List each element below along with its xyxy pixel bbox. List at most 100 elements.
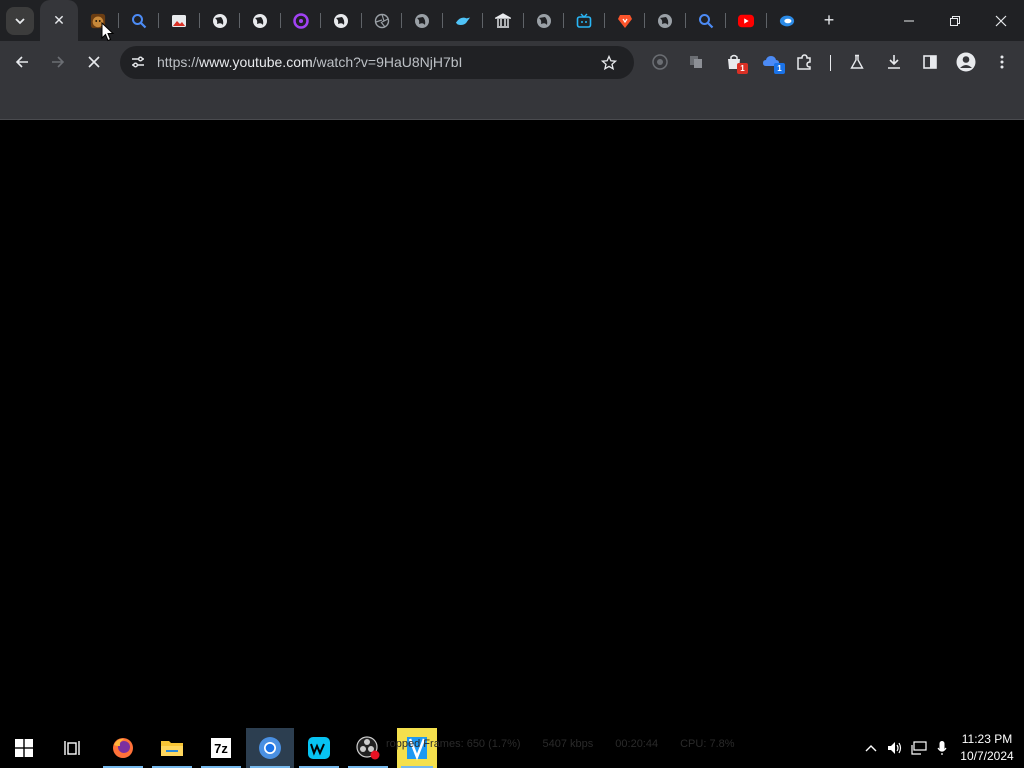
pinned-tab[interactable] bbox=[605, 0, 646, 41]
pinned-tab[interactable] bbox=[321, 0, 362, 41]
volume-button[interactable] bbox=[884, 728, 906, 768]
extension-circle-button[interactable] bbox=[646, 48, 674, 76]
pinned-tab[interactable] bbox=[281, 0, 322, 41]
new-tab-button[interactable]: + bbox=[815, 7, 843, 35]
speaker-icon bbox=[888, 742, 902, 754]
tab-search-button[interactable] bbox=[6, 6, 34, 35]
menu-button[interactable] bbox=[988, 48, 1016, 76]
brave-favicon-icon bbox=[617, 13, 633, 29]
pinned-tab[interactable] bbox=[159, 0, 200, 41]
ring-favicon-icon bbox=[293, 12, 309, 29]
pinned-tab[interactable] bbox=[240, 0, 281, 41]
stop-loading-button[interactable] bbox=[80, 48, 108, 76]
task-view-button[interactable] bbox=[48, 728, 96, 768]
minimize-button[interactable] bbox=[886, 0, 932, 41]
obs-duration: 00:20:44 bbox=[615, 738, 659, 750]
tab-strip: ✕ + bbox=[0, 0, 1024, 41]
aperture-favicon-icon bbox=[374, 13, 390, 29]
bookmark-star-button[interactable] bbox=[598, 52, 620, 74]
side-panel-button[interactable] bbox=[916, 48, 944, 76]
obs-dropped-frames: ropped Frames: 650 (1.7%) bbox=[386, 738, 521, 750]
downloads-button[interactable] bbox=[880, 48, 908, 76]
forward-button[interactable] bbox=[44, 48, 72, 76]
extension-copy-button[interactable] bbox=[682, 48, 710, 76]
obs-bitrate: 5407 kbps bbox=[542, 738, 594, 750]
start-button[interactable] bbox=[0, 728, 48, 768]
tab-active[interactable]: ✕ bbox=[40, 0, 78, 41]
pinned-tab[interactable] bbox=[645, 0, 686, 41]
url-host: www.youtube.com bbox=[199, 54, 313, 70]
pinned-tab[interactable] bbox=[119, 0, 160, 41]
pinned-tab[interactable] bbox=[402, 0, 443, 41]
pinned-tab[interactable] bbox=[443, 0, 484, 41]
address-bar[interactable]: https://www.youtube.com/watch?v=9HaU8NjH… bbox=[120, 46, 634, 79]
restore-button[interactable] bbox=[932, 0, 978, 41]
avatar-icon bbox=[956, 52, 976, 72]
pinned-tab[interactable] bbox=[362, 0, 403, 41]
taskbar: 7z ropped Frames: 650 (1.7%) 5407 kbps 0… bbox=[0, 728, 1024, 768]
browser-toolbar: https://www.youtube.com/watch?v=9HaU8NjH… bbox=[0, 41, 1024, 84]
site-settings-icon[interactable] bbox=[128, 52, 148, 72]
taskbar-firefox[interactable] bbox=[99, 728, 147, 768]
youtube-favicon-icon bbox=[738, 13, 755, 29]
arrow-right-icon bbox=[52, 56, 65, 68]
mouse-cursor-icon bbox=[101, 22, 115, 42]
task-view-icon bbox=[64, 741, 80, 755]
pinned-tab[interactable] bbox=[686, 0, 727, 41]
network-button[interactable] bbox=[908, 728, 930, 768]
page-content[interactable] bbox=[0, 121, 1024, 728]
obs-icon bbox=[356, 736, 380, 760]
pinned-tab[interactable] bbox=[483, 0, 524, 41]
flask-icon bbox=[850, 54, 864, 69]
toolbar-divider bbox=[830, 55, 831, 71]
record-icon bbox=[652, 54, 668, 70]
url-text[interactable]: https://www.youtube.com/watch?v=9HaU8NjH… bbox=[157, 54, 462, 71]
microphone-button[interactable] bbox=[932, 728, 952, 768]
search-favicon-icon bbox=[131, 13, 147, 29]
pinned-tab[interactable] bbox=[564, 0, 605, 41]
taskbar-obs[interactable] bbox=[344, 728, 392, 768]
extension-bag-button[interactable]: 1 bbox=[720, 48, 748, 76]
profile-button[interactable] bbox=[952, 48, 980, 76]
obs-cpu: CPU: 7.8% bbox=[680, 738, 735, 750]
kebab-menu-icon bbox=[1000, 55, 1004, 69]
back-button[interactable] bbox=[8, 48, 36, 76]
taskbar-chrome[interactable] bbox=[246, 728, 294, 768]
extension-badge: 1 bbox=[737, 63, 748, 74]
pinned-tab[interactable] bbox=[524, 0, 565, 41]
chevron-down-icon bbox=[15, 17, 25, 24]
browser-window: ✕ + https://www.youtube.com/watch?v=9HaU… bbox=[0, 0, 1024, 728]
close-window-button[interactable] bbox=[978, 0, 1024, 41]
labs-button[interactable] bbox=[843, 48, 871, 76]
pinned-tab[interactable] bbox=[726, 0, 767, 41]
firefox-icon bbox=[113, 738, 133, 758]
extension-puzzle-blue-button[interactable]: 1 bbox=[757, 48, 785, 76]
system-clock[interactable]: 11:23 PM 10/7/2024 bbox=[952, 731, 1022, 765]
extensions-button[interactable] bbox=[790, 48, 818, 76]
folder-icon bbox=[161, 741, 183, 756]
taskbar-7zip[interactable]: 7z bbox=[197, 728, 245, 768]
search-favicon-icon bbox=[698, 13, 714, 29]
pinned-tab[interactable] bbox=[767, 0, 808, 41]
edge-favicon-icon bbox=[779, 13, 795, 29]
pinned-tabs bbox=[78, 0, 807, 41]
globe-favicon-icon bbox=[333, 13, 349, 29]
microphone-icon bbox=[937, 741, 947, 755]
obs-stats-ghost: ropped Frames: 650 (1.7%) 5407 kbps 00:2… bbox=[386, 738, 735, 750]
minimize-icon bbox=[904, 20, 914, 21]
download-icon bbox=[888, 55, 900, 69]
url-path: /watch?v=9HaU8NjH7bI bbox=[312, 54, 463, 70]
chevron-up-icon bbox=[865, 745, 877, 752]
taskbar-file-explorer[interactable] bbox=[148, 728, 196, 768]
close-icon bbox=[88, 56, 100, 68]
network-icon bbox=[911, 741, 927, 755]
tab-close-icon[interactable]: ✕ bbox=[53, 12, 65, 29]
globe-favicon-icon bbox=[657, 13, 673, 29]
tray-overflow-button[interactable] bbox=[860, 728, 882, 768]
restore-icon bbox=[950, 15, 960, 26]
globe-favicon-icon bbox=[414, 13, 430, 29]
webstorm-icon bbox=[308, 737, 330, 759]
image-favicon-icon bbox=[171, 13, 187, 29]
taskbar-webstorm[interactable] bbox=[295, 728, 343, 768]
pinned-tab[interactable] bbox=[200, 0, 241, 41]
